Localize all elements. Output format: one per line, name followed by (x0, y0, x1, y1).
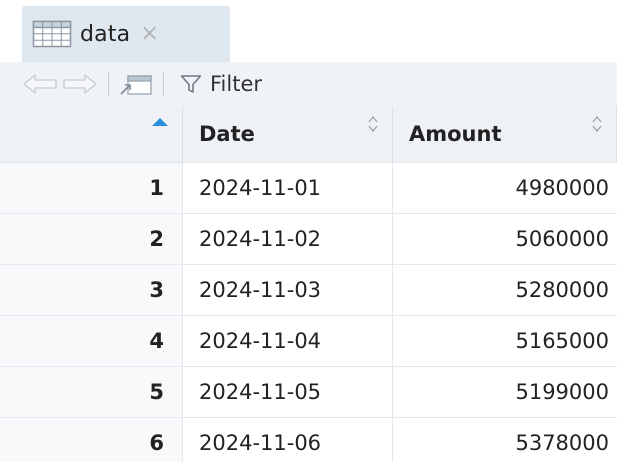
amount-cell: 4980000 (515, 176, 609, 200)
table-row[interactable]: 6 2024-11-06 5378000 (0, 418, 617, 462)
data-grid: Date Amount 1 2024-11-01 4980000 2 2024- (0, 106, 617, 462)
forward-arrow-icon (63, 74, 97, 94)
toolbar-divider (108, 72, 109, 96)
table-row[interactable]: 4 2024-11-04 5165000 (0, 316, 617, 367)
sort-icon (592, 116, 602, 132)
tab-strip: data × (0, 0, 617, 62)
date-cell: 2024-11-05 (183, 367, 393, 417)
column-header-label: Date (199, 122, 255, 146)
table-row[interactable]: 3 2024-11-03 5280000 (0, 265, 617, 316)
column-header-date[interactable]: Date (183, 106, 393, 162)
amount-cell: 5165000 (515, 329, 609, 353)
amount-cell: 5199000 (515, 380, 609, 404)
forward-button[interactable] (62, 73, 98, 95)
date-cell: 2024-11-02 (183, 214, 393, 264)
row-index: 2 (0, 214, 183, 264)
tab-data[interactable]: data × (22, 6, 230, 62)
row-index: 1 (0, 163, 183, 213)
amount-cell: 5378000 (515, 431, 609, 455)
date-cell: 2024-11-04 (183, 316, 393, 366)
table-icon (32, 20, 72, 48)
toolbar: Filter (0, 62, 617, 106)
row-index: 3 (0, 265, 183, 315)
row-index: 6 (0, 418, 183, 462)
column-header-label: Amount (409, 122, 502, 146)
filter-icon (180, 75, 202, 93)
amount-cell: 5280000 (515, 278, 609, 302)
date-cell: 2024-11-06 (183, 418, 393, 462)
row-index-header[interactable] (0, 106, 183, 162)
sort-icon (368, 116, 378, 132)
data-viewer: data × Filter Date Amount 1 2024-11-01 4… (0, 0, 617, 462)
date-cell: 2024-11-03 (183, 265, 393, 315)
header-row: Date Amount (0, 106, 617, 163)
popout-icon (120, 75, 152, 95)
row-index: 4 (0, 316, 183, 366)
sort-ascending-icon (152, 118, 168, 126)
back-button[interactable] (22, 73, 58, 95)
table-row[interactable]: 1 2024-11-01 4980000 (0, 163, 617, 214)
popout-button[interactable] (119, 71, 153, 97)
toolbar-divider (163, 72, 164, 96)
close-icon[interactable]: × (140, 23, 158, 45)
filter-button[interactable]: Filter (180, 72, 262, 96)
table-row[interactable]: 2 2024-11-02 5060000 (0, 214, 617, 265)
filter-label: Filter (210, 72, 263, 96)
amount-cell: 5060000 (515, 227, 609, 251)
column-header-amount[interactable]: Amount (393, 106, 617, 162)
tab-label: data (80, 21, 131, 47)
back-arrow-icon (23, 74, 57, 94)
date-cell: 2024-11-01 (183, 163, 393, 213)
row-index: 5 (0, 367, 183, 417)
table-row[interactable]: 5 2024-11-05 5199000 (0, 367, 617, 418)
